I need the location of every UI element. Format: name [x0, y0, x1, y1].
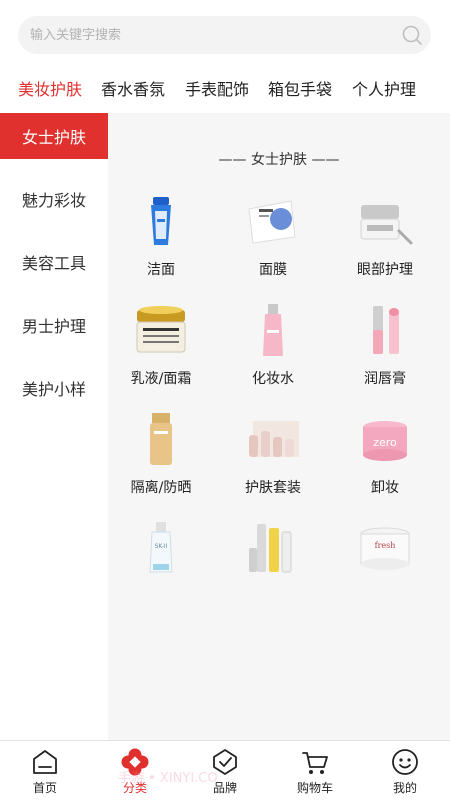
category-item-label: 乳液/面霜 [130, 371, 192, 387]
category-content: —— 女士护肤 —— 洁面 面膜 眼部护理 乳液/面霜 化妆水 润唇膏 隔离/防… [108, 113, 450, 740]
category-item-toner[interactable]: 化妆水 [223, 300, 323, 400]
eye-cream-jar-icon [360, 205, 413, 245]
watermark: 手游 • XINYI.CO [118, 771, 218, 786]
tab-bags[interactable]: 箱包手袋 [268, 76, 332, 100]
nav-profile[interactable]: 我的 [360, 741, 450, 800]
cream-jar-icon [136, 306, 186, 353]
category-item-label: 护肤套装 [245, 480, 301, 496]
category-item-lip-balm[interactable]: 润唇膏 [335, 300, 435, 400]
category-tabs: 美妆护肤 香水香氛 手表配饰 箱包手袋 个人护理 [0, 66, 450, 108]
category-item-eye-care[interactable]: 眼部护理 [335, 191, 435, 291]
nav-home[interactable]: 首页 [0, 741, 90, 800]
tab-perfume[interactable]: 香水香氛 [101, 76, 165, 100]
svg-text:zero: zero [373, 436, 397, 449]
category-item-cleanser[interactable]: 洁面 [111, 191, 211, 291]
tab-personal-care[interactable]: 个人护理 [352, 76, 416, 100]
sidebar-item-women-skincare[interactable]: 女士护肤 [0, 113, 108, 159]
svg-text:SK-II: SK-II [155, 543, 168, 550]
search-icon[interactable] [401, 24, 423, 46]
category-item-label: 眼部护理 [357, 262, 413, 278]
nav-label: 我的 [392, 781, 417, 795]
category-item-label: 化妆水 [252, 371, 294, 387]
sidebar-item-label: 美护小样 [21, 380, 86, 399]
essence-bottle-icon: SK-II [149, 522, 173, 573]
category-item-label: 润唇膏 [364, 371, 406, 387]
sidebar-item-beauty-tools[interactable]: 美容工具 [0, 239, 108, 285]
home-icon [33, 750, 57, 774]
nav-label: 首页 [32, 781, 57, 795]
sidebar-item-makeup[interactable]: 魅力彩妆 [0, 176, 108, 222]
sidebar: 女士护肤 魅力彩妆 美容工具 男士护理 美护小样 [0, 113, 108, 740]
sidebar-item-label: 女士护肤 [21, 128, 86, 147]
skincare-kit-icon [249, 524, 292, 573]
category-item-lotion-cream[interactable]: 乳液/面霜 [111, 300, 211, 400]
category-item-label: 卸妆 [371, 480, 399, 496]
tab-watches-accessories[interactable]: 手表配饰 [185, 76, 249, 100]
face-cream-jar-icon: fresh [360, 527, 410, 570]
category-item-skincare-kit[interactable] [223, 518, 323, 618]
sidebar-item-men-care[interactable]: 男士护理 [0, 302, 108, 348]
sidebar-item-label: 美容工具 [21, 254, 86, 273]
category-item-label: 面膜 [259, 262, 287, 278]
makeup-remover-icon: zero [363, 421, 407, 461]
skincare-set-icon [249, 421, 299, 457]
search-box[interactable] [18, 16, 431, 54]
category-item-makeup-remover[interactable]: zero 卸妆 [335, 409, 435, 509]
svg-text:fresh: fresh [375, 541, 396, 550]
category-item-sunscreen[interactable]: 隔离/防晒 [111, 409, 211, 509]
sidebar-item-label: 男士护理 [21, 317, 86, 336]
category-item-essence[interactable]: SK-II [111, 518, 211, 618]
sidebar-item-samples[interactable]: 美护小样 [0, 365, 108, 411]
tab-beauty-skincare[interactable]: 美妆护肤 [18, 76, 82, 100]
lip-balm-icon [373, 306, 399, 354]
sidebar-item-label: 魅力彩妆 [21, 191, 86, 210]
toner-bottle-icon [263, 304, 283, 356]
category-item-label: 隔离/防晒 [130, 480, 192, 496]
search-bar [0, 0, 450, 66]
section-title: —— 女士护肤 —— [218, 152, 340, 168]
category-item-label: 洁面 [147, 262, 175, 278]
bottom-nav: 首页 分类 品牌 购物车 我的 手游 • XINYI.CO [0, 740, 450, 800]
profile-icon [392, 749, 418, 775]
face-mask-icon [248, 200, 296, 244]
sunscreen-bottle-icon [150, 413, 172, 465]
category-item-face-cream[interactable]: fresh [335, 518, 435, 618]
cleanser-tube-icon [151, 197, 171, 245]
category-item-face-mask[interactable]: 面膜 [223, 191, 323, 291]
search-input[interactable] [30, 16, 390, 54]
category-item-skincare-set[interactable]: 护肤套装 [223, 409, 323, 509]
